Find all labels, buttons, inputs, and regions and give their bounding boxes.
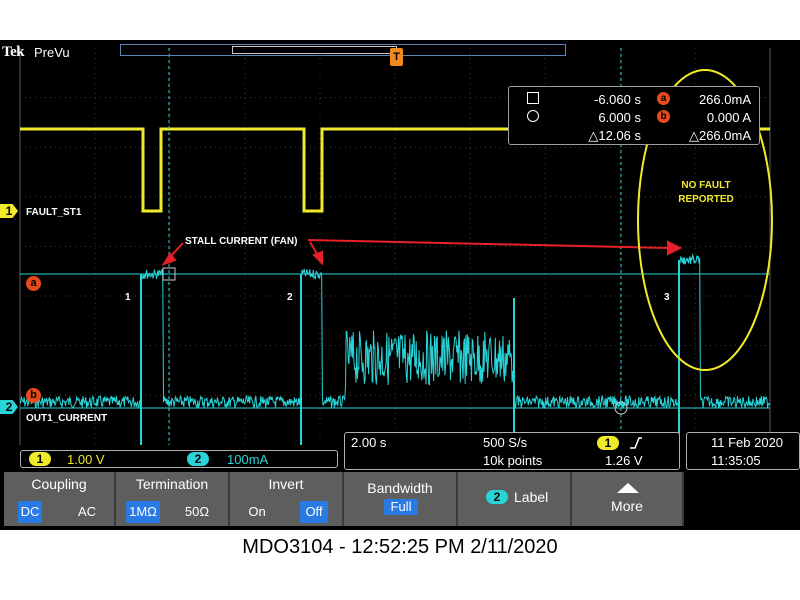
cursor-a-value: 266.0mA xyxy=(698,92,751,107)
horizontal-trigger-box[interactable]: 2.00 s 500 S/s 10k points 1 1.26 V xyxy=(344,432,680,470)
brand-logo: Tek xyxy=(2,44,25,60)
timebase: 2.00 s xyxy=(351,435,387,450)
coupling-option-dc[interactable]: DC xyxy=(18,501,42,523)
cursor-delta-time: △12.06 s xyxy=(588,128,641,143)
bandwidth-value[interactable]: Full xyxy=(384,499,418,515)
cursor-row-delta: △12.06 s △266.0mA xyxy=(509,127,761,145)
cursor-b-time: 6.000 s xyxy=(598,110,641,125)
screenshot-caption: MDO3104 - 12:52:25 PM 2/11/2020 xyxy=(242,536,558,558)
vertical-scale-box[interactable]: 1 1.00 V 2 100mA xyxy=(20,450,338,468)
invert-option-off[interactable]: Off xyxy=(300,501,328,523)
ch2-label: OUT1_CURRENT xyxy=(26,413,108,424)
trigger-source-badge: 1 xyxy=(597,436,619,450)
time: 11:35:05 xyxy=(711,453,761,468)
circle-cursor-icon xyxy=(527,110,539,122)
ref-badge-b: b xyxy=(657,110,670,123)
invert-title: Invert xyxy=(268,476,304,492)
cursor-b-value: 0.000 A xyxy=(706,110,751,125)
ref-marker-b[interactable]: b xyxy=(26,388,41,403)
more-title: More xyxy=(611,498,643,514)
termination-title: Termination xyxy=(135,476,209,492)
arrow-head-1 xyxy=(161,252,177,266)
label-title: Label xyxy=(514,489,549,505)
cursor-readout-panel: -6.060 s a 266.0mA 6.000 s b 0.000 A △12… xyxy=(508,86,760,145)
cursor-delta-value: △266.0mA xyxy=(688,128,751,143)
arrow-to-stall-3 xyxy=(307,239,671,249)
event-label-1: 1 xyxy=(125,292,131,303)
ch1-badge: 1 xyxy=(29,452,51,466)
label-menu[interactable]: 2 Label xyxy=(458,472,572,526)
acquisition-mode: PreVu xyxy=(34,45,70,60)
invert-menu[interactable]: Invert On Off xyxy=(230,472,344,526)
coupling-menu[interactable]: Coupling DC AC xyxy=(4,472,116,526)
coupling-option-ac[interactable]: AC xyxy=(72,501,102,523)
stall-current-annotation: STALL CURRENT (FAN) xyxy=(185,236,298,247)
termination-menu[interactable]: Termination 1MΩ 50Ω xyxy=(116,472,230,526)
date: 11 Feb 2020 xyxy=(711,435,784,450)
arrow-head-3 xyxy=(667,240,683,256)
label-channel-badge: 2 xyxy=(486,490,508,504)
invert-option-on[interactable]: On xyxy=(244,501,270,523)
cursor-row-a: -6.060 s a 266.0mA xyxy=(509,91,761,109)
termination-option-50[interactable]: 50Ω xyxy=(180,501,214,523)
ch1-label: FAULT_ST1 xyxy=(26,207,82,218)
ref-marker-a[interactable]: a xyxy=(26,276,41,291)
bandwidth-menu[interactable]: Bandwidth Full xyxy=(344,472,458,526)
coupling-title: Coupling xyxy=(31,476,87,492)
event-label-2: 2 xyxy=(287,292,293,303)
square-cursor-icon xyxy=(527,92,539,104)
termination-option-1m[interactable]: 1MΩ xyxy=(126,501,160,523)
no-fault-annotation: NO FAULT REPORTED xyxy=(664,179,748,207)
ref-badge-a: a xyxy=(657,92,670,105)
ch1-scale: 1.00 V xyxy=(67,452,105,467)
sample-rate: 500 S/s xyxy=(483,435,528,450)
datetime-box[interactable]: 11 Feb 2020 11:35:05 xyxy=(686,432,800,470)
event-label-3: 3 xyxy=(664,292,670,303)
ch2-badge: 2 xyxy=(187,452,209,466)
record-view-window[interactable] xyxy=(232,46,397,54)
oscilloscope-screen: Tek PreVu T -6.060 s a 266.0mA 6.000 s b… xyxy=(0,40,800,530)
up-arrow-icon xyxy=(617,483,639,493)
arrow-head-2 xyxy=(312,250,323,266)
record-length: 10k points xyxy=(483,453,543,468)
trigger-position-icon[interactable]: T xyxy=(390,48,403,66)
no-fault-line2: REPORTED xyxy=(678,194,734,205)
trigger-level: 1.26 V xyxy=(605,453,643,468)
bandwidth-title: Bandwidth xyxy=(367,480,433,496)
no-fault-line1: NO FAULT xyxy=(681,180,731,191)
more-menu[interactable]: More xyxy=(572,472,684,526)
cursor-row-b: 6.000 s b 0.000 A xyxy=(509,109,761,127)
ch2-scale: 100mA xyxy=(227,452,269,467)
rising-edge-icon xyxy=(630,437,642,449)
cursor-a-time: -6.060 s xyxy=(594,92,641,107)
